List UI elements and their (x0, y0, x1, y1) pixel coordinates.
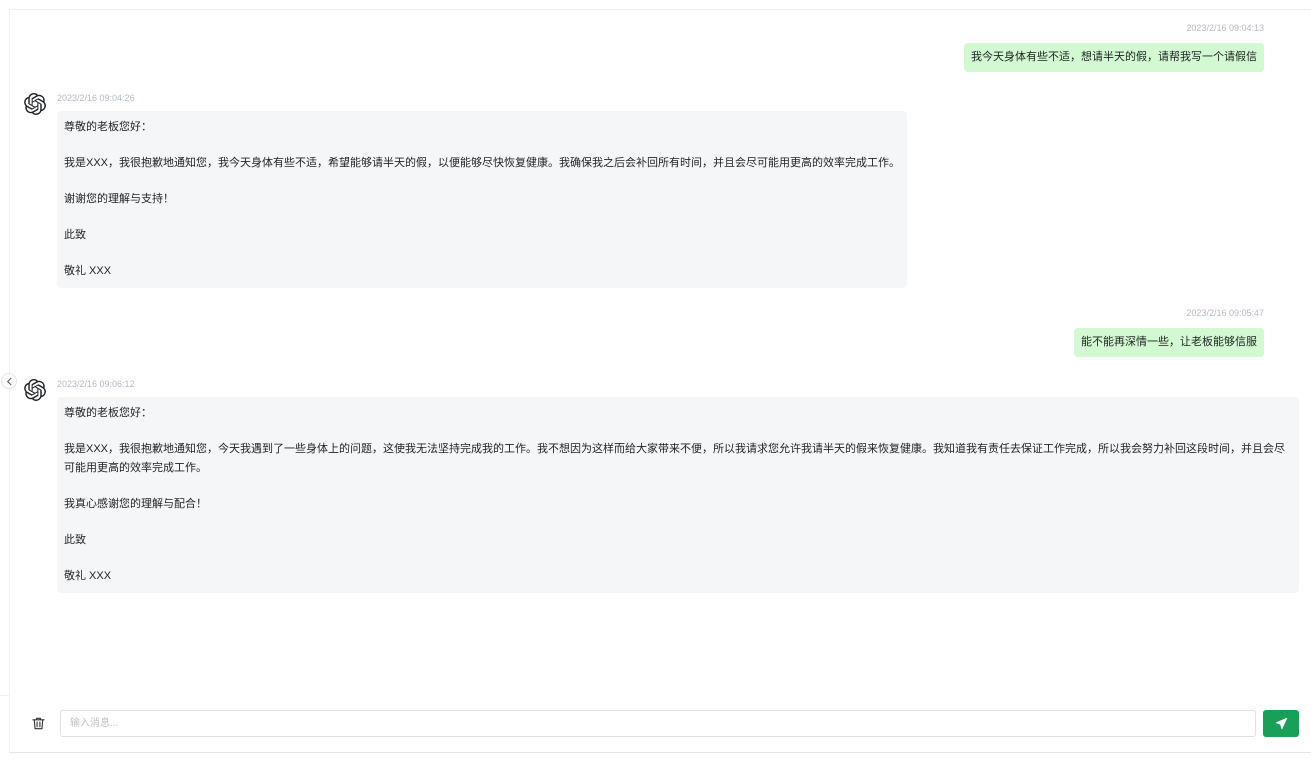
openai-logo-icon (24, 93, 46, 115)
message-paragraph: 我真心感谢您的理解与配合！ (64, 498, 207, 510)
message-input-box[interactable] (60, 710, 1256, 737)
message-timestamp: 2023/2/16 09:04:26 (57, 93, 135, 103)
message-paragraph: 我是XXX，我很抱歉地通知您，今天我遇到了一些身体上的问题，这使我无法坚持完成我… (64, 443, 1286, 474)
assistant-message-bubble: 尊敬的老板您好： 我是XXX，我很抱歉地通知您，今天我遇到了一些身体上的问题，这… (57, 397, 1299, 593)
chevron-left-icon (6, 377, 11, 385)
assistant-message: 2023/2/16 09:04:26 尊敬的老板您好： 我是XXX，我很抱歉地通… (10, 91, 1311, 288)
user-message-bubble: 我今天身体有些不适，想请半天的假，请帮我写一个请假信 (964, 43, 1264, 72)
send-icon (1275, 717, 1287, 730)
user-message: 2023/2/16 09:05:47 能不能再深情一些，让老板能够信服 (10, 306, 1311, 357)
message-input[interactable] (61, 711, 1255, 736)
sidebar-divider (0, 695, 9, 696)
message-list[interactable]: 2023/2/16 09:04:13 我今天身体有些不适，想请半天的假，请帮我写… (10, 10, 1311, 695)
chat-panel: 2023/2/16 09:04:13 我今天身体有些不适，想请半天的假，请帮我写… (9, 9, 1311, 753)
clear-chat-button[interactable] (29, 714, 47, 732)
message-paragraph: 敬礼 XXX (64, 265, 112, 277)
trash-icon (31, 717, 45, 729)
send-button[interactable] (1263, 710, 1299, 737)
sidebar-collapse-button[interactable] (1, 373, 17, 389)
message-timestamp: 2023/2/16 09:04:13 (1186, 23, 1264, 33)
message-paragraph: 此致 (64, 229, 86, 241)
message-paragraph: 敬礼 XXX (64, 570, 112, 582)
user-message: 2023/2/16 09:04:13 我今天身体有些不适，想请半天的假，请帮我写… (10, 21, 1311, 72)
message-paragraph: 尊敬的老板您好： (64, 121, 152, 133)
openai-logo-icon (24, 379, 46, 401)
message-paragraph: 此致 (64, 534, 86, 546)
message-paragraph: 我是XXX，我很抱歉地通知您，我今天身体有些不适，希望能够请半天的假，以便能够尽… (64, 157, 901, 169)
message-timestamp: 2023/2/16 09:05:47 (1186, 308, 1264, 318)
assistant-message-bubble: 尊敬的老板您好： 我是XXX，我很抱歉地通知您，我今天身体有些不适，希望能够请半… (57, 111, 908, 288)
user-message-bubble: 能不能再深情一些，让老板能够信服 (1074, 328, 1264, 357)
message-paragraph: 谢谢您的理解与支持！ (64, 193, 174, 205)
message-timestamp: 2023/2/16 09:06:12 (57, 379, 135, 389)
message-paragraph: 尊敬的老板您好： (64, 407, 152, 419)
assistant-message: 2023/2/16 09:06:12 尊敬的老板您好： 我是XXX，我很抱歉地通… (10, 377, 1311, 593)
